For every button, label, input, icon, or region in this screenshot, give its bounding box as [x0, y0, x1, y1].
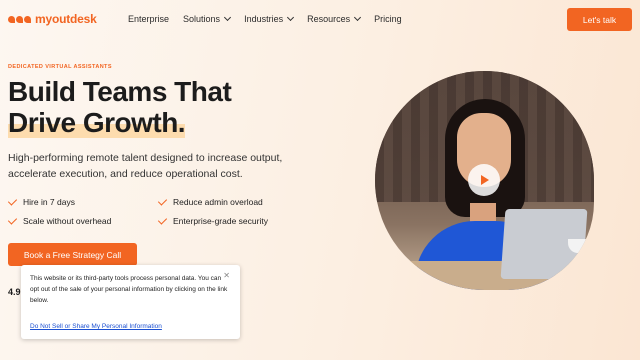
nav-item-label: Pricing — [374, 14, 402, 24]
nav-item-label: Solutions — [183, 14, 221, 24]
logo-mark-icon — [8, 15, 31, 23]
checkmark-icon — [157, 195, 168, 206]
nav-item-solutions[interactable]: Solutions — [183, 13, 232, 24]
feature-label: Hire in 7 days — [23, 197, 75, 207]
feature-item: Hire in 7 days — [7, 195, 158, 207]
chevron-down-icon — [287, 13, 295, 22]
checkmark-icon — [157, 214, 168, 225]
play-video-button[interactable] — [468, 164, 500, 196]
feature-item: Scale without overhead — [7, 214, 158, 226]
top-nav: myoutdesk Enterprise Solutions Industrie… — [0, 0, 640, 40]
checkmark-icon — [7, 214, 18, 225]
privacy-consent-popup: ✕ This website or its third-party tools … — [21, 265, 240, 339]
hero-subtitle: High-performing remote talent designed t… — [8, 152, 283, 180]
nav-item-industries[interactable]: Industries — [244, 13, 295, 24]
checkmark-icon — [7, 195, 18, 206]
nav-item-enterprise[interactable]: Enterprise — [128, 14, 169, 24]
rating-score: 4.9 — [8, 287, 21, 297]
hero-title: Build Teams That Drive Growth. — [8, 76, 232, 138]
feature-item: Reduce admin overload — [157, 195, 308, 207]
play-icon — [481, 175, 489, 185]
feature-item: Enterprise-grade security — [157, 214, 308, 226]
brand-name: myoutdesk — [35, 12, 97, 26]
chevron-down-icon — [224, 13, 232, 22]
close-icon[interactable]: ✕ — [223, 270, 230, 281]
nav-item-pricing[interactable]: Pricing — [374, 14, 402, 24]
chevron-down-icon — [354, 13, 362, 22]
brand-logo[interactable]: myoutdesk — [8, 12, 97, 26]
hero-title-line1: Build Teams That — [8, 76, 232, 107]
nav-item-label: Enterprise — [128, 14, 170, 24]
nav-item-label: Resources — [307, 14, 351, 24]
nav-item-resources[interactable]: Resources — [307, 13, 362, 24]
hero-title-line2: Drive Growth. — [8, 107, 186, 138]
nav-links: Enterprise Solutions Industries Resource… — [128, 13, 402, 24]
feature-label: Reduce admin overload — [173, 197, 263, 207]
feature-label: Scale without overhead — [23, 216, 112, 226]
nav-item-label: Industries — [244, 14, 284, 24]
book-strategy-call-button[interactable]: Book a Free Strategy Call — [8, 243, 137, 266]
feature-list: Hire in 7 days Reduce admin overload Sca… — [7, 195, 308, 226]
consent-text: This website or its third-party tools pr… — [30, 275, 228, 304]
feature-label: Enterprise-grade security — [173, 216, 268, 226]
hero-eyebrow: DEDICATED VIRTUAL ASSISTANTS — [8, 64, 112, 70]
do-not-sell-link[interactable]: Do Not Sell or Share My Personal Informa… — [30, 321, 162, 332]
lets-talk-button[interactable]: Let's talk — [567, 8, 632, 31]
